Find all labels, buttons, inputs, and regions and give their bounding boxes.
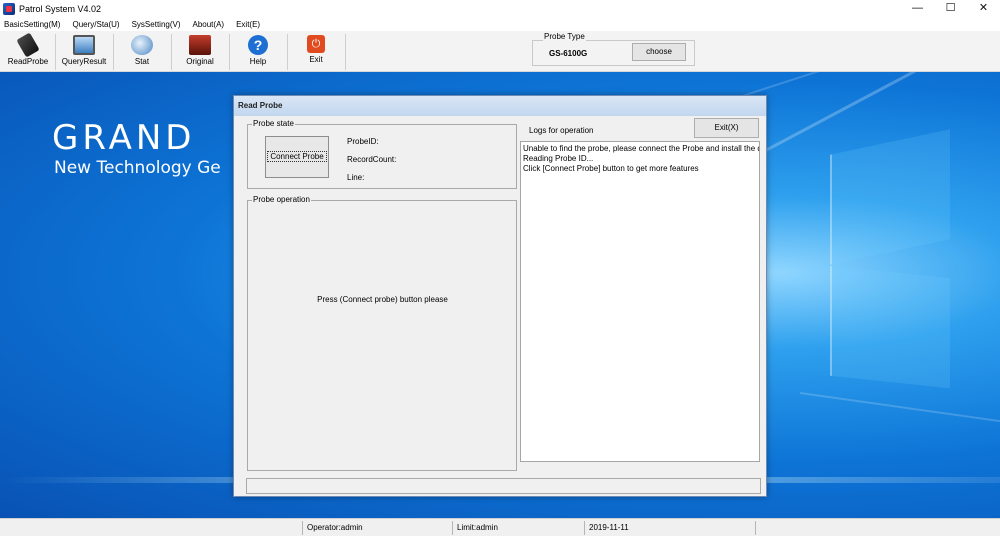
light-ray	[759, 72, 1000, 155]
operation-hint: Press (Connect probe) button please	[317, 295, 448, 304]
operation-log[interactable]: Unable to find the probe, please connect…	[520, 141, 760, 462]
probe-operation-label: Probe operation	[252, 195, 311, 204]
window-title: Patrol System V4.02	[19, 3, 102, 14]
help-button[interactable]: ? Help	[230, 33, 286, 71]
power-icon: ⏻	[307, 35, 325, 53]
query-result-icon	[73, 35, 95, 55]
stat-button[interactable]: Stat	[114, 33, 170, 71]
help-label: Help	[249, 57, 267, 66]
dialog-exit-button[interactable]: Exit(X)	[694, 118, 759, 138]
probe-operation-group	[247, 200, 517, 471]
stat-label: Stat	[134, 57, 150, 66]
dialog-title: Read Probe	[234, 96, 766, 116]
probe-type-label: Probe Type	[543, 32, 586, 41]
menu-query-stat[interactable]: Query/Sta(U)	[72, 20, 119, 29]
probe-id-label: ProbeID:	[347, 137, 379, 146]
menu-bar: BasicSetting(M) Query/Sta(U) SysSetting(…	[0, 17, 1000, 31]
connect-probe-label: Connect Probe	[267, 151, 327, 162]
menu-basic-setting[interactable]: BasicSetting(M)	[4, 20, 60, 29]
original-label: Original	[186, 57, 214, 66]
window-logo-pane	[830, 265, 950, 389]
connect-probe-button[interactable]: Connect Probe	[265, 136, 329, 178]
choose-probe-button[interactable]: choose	[632, 43, 686, 61]
close-icon[interactable]: ✕	[967, 0, 1000, 17]
menu-sys-setting[interactable]: SysSetting(V)	[132, 20, 181, 29]
brand-slogan: New Technology Ge	[54, 158, 221, 178]
record-count-label: RecordCount:	[347, 155, 397, 164]
original-button[interactable]: Original	[172, 33, 228, 71]
toolbar-separator	[345, 34, 346, 70]
probe-reader-icon	[16, 32, 40, 58]
status-limit: Limit:admin	[452, 521, 584, 535]
window-logo-pane	[830, 129, 950, 265]
line-label: Line:	[347, 173, 365, 182]
query-result-label: QueryResult	[61, 57, 107, 66]
dialog-status-bar	[246, 478, 761, 494]
probe-state-label: Probe state	[252, 119, 295, 128]
maximize-icon[interactable]: ☐	[934, 0, 967, 17]
app-icon	[3, 2, 15, 15]
title-bar: Patrol System V4.02 — ☐ ✕	[0, 0, 1000, 17]
toolbar: ReadProbe QueryResult Stat Original ? He…	[0, 31, 1000, 72]
minimize-icon[interactable]: —	[901, 0, 934, 17]
stat-icon	[131, 35, 153, 55]
status-operator: Operator:admin	[302, 521, 452, 535]
menu-exit[interactable]: Exit(E)	[236, 20, 260, 29]
light-ray	[799, 392, 1000, 431]
menu-about[interactable]: About(A)	[193, 20, 225, 29]
exit-toolbar-button[interactable]: ⏻ Exit	[288, 33, 344, 71]
read-probe-label: ReadProbe	[7, 57, 49, 66]
probe-model-value: GS-6100G	[549, 49, 588, 58]
status-bar: Operator:admin Limit:admin 2019-11-11	[0, 518, 1000, 536]
read-probe-button[interactable]: ReadProbe	[0, 32, 56, 71]
log-line: Click [Connect Probe] button to get more…	[523, 164, 699, 173]
log-line: Unable to find the probe, please connect…	[523, 144, 760, 153]
window-controls: — ☐ ✕	[901, 0, 1000, 17]
help-icon: ?	[248, 35, 268, 55]
query-result-button[interactable]: QueryResult	[56, 33, 112, 71]
exit-toolbar-label: Exit	[309, 55, 323, 64]
original-record-icon	[189, 35, 211, 55]
brand-logo-text: GRAND	[52, 118, 196, 158]
log-line: Reading Probe ID...	[523, 154, 594, 163]
status-date: 2019-11-11	[584, 521, 756, 535]
logs-title: Logs for operation	[529, 126, 594, 135]
